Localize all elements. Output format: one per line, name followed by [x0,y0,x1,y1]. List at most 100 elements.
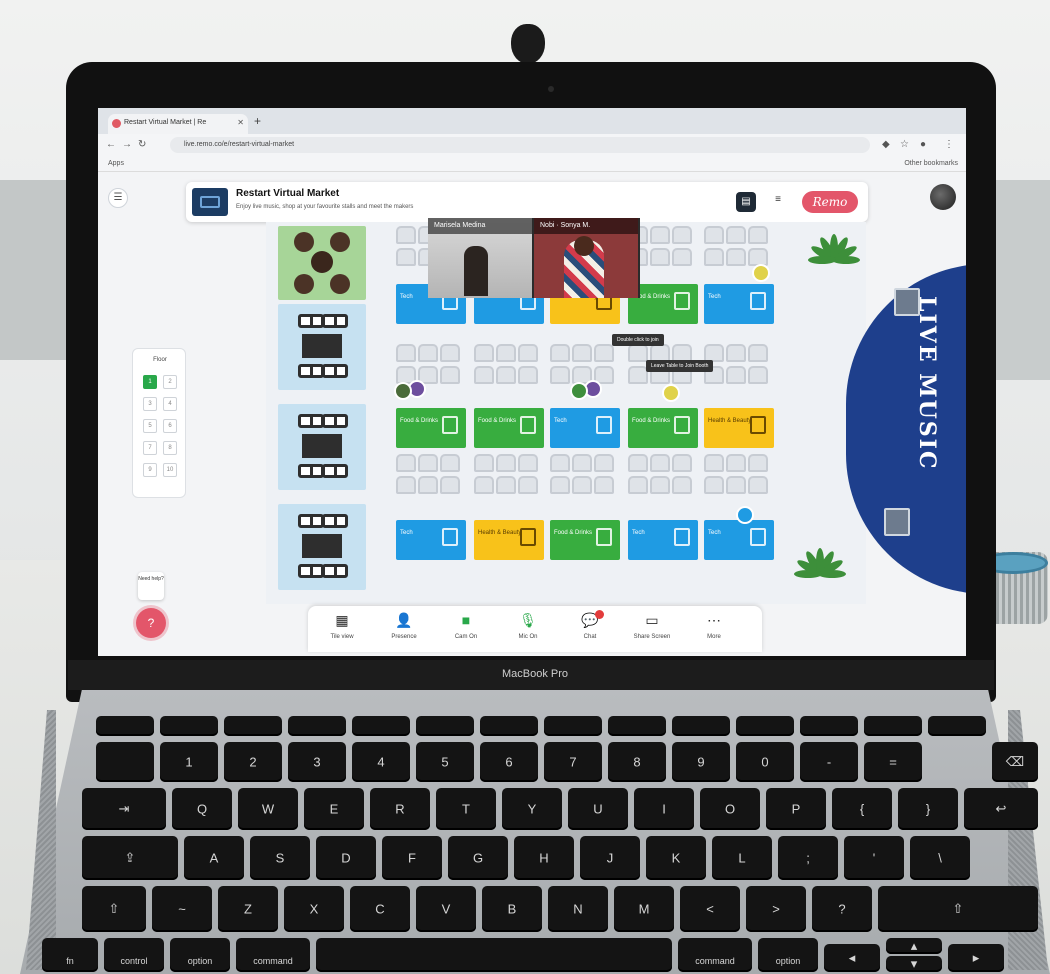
booth-health-beauty[interactable]: Health & Beauty [474,520,544,560]
key-comma[interactable]: < [680,886,740,932]
key-quote[interactable]: ' [844,836,904,880]
seating-row[interactable] [704,226,776,270]
round-table[interactable] [278,226,366,300]
video-tile[interactable]: Nobi · Sonya M. [534,218,638,298]
star-icon[interactable]: ☆ [900,139,909,150]
announcement-icon[interactable]: ▤ [736,192,756,212]
attendee-avatar[interactable] [736,506,754,524]
key-r[interactable]: R [370,788,430,830]
seating-row[interactable] [474,454,546,498]
key-option[interactable]: option [170,938,230,972]
key-8[interactable]: 8 [608,742,666,782]
key-6[interactable]: 6 [480,742,538,782]
seating-row[interactable] [396,454,468,498]
key-5[interactable]: 5 [416,742,474,782]
function-key[interactable] [928,716,986,736]
key-3[interactable]: 3 [288,742,346,782]
function-key[interactable] [672,716,730,736]
toolbar-mic-on-button[interactable]: 🎙 Mic On [504,612,552,640]
floor-button[interactable]: 2 [163,375,177,389]
key-s[interactable]: S [250,836,310,880]
attendee-avatar[interactable] [570,382,588,400]
booth-tech[interactable]: Tech [628,520,698,560]
video-tile[interactable]: Marisela Medina [428,218,532,298]
booth-food-drinks[interactable]: Food & Drinks [550,520,620,560]
key-control[interactable]: control [104,938,164,972]
function-key[interactable] [96,716,154,736]
function-key[interactable] [800,716,858,736]
key-1[interactable]: 1 [160,742,218,782]
key-tilde[interactable]: ~ [152,886,212,932]
key-h[interactable]: H [514,836,574,880]
seating-row[interactable] [704,454,776,498]
toolbar-presence-button[interactable]: 👤 Presence [380,612,428,640]
floor-button[interactable]: 1 [143,375,157,389]
key-return[interactable]: ↩ [964,788,1038,830]
key-slash[interactable]: ? [812,886,872,932]
key-fn[interactable]: fn [42,938,98,972]
toolbar-tile-view-button[interactable]: ▦ Tile view [318,612,366,640]
agenda-icon[interactable]: ≡ [770,194,786,210]
key-2[interactable]: 2 [224,742,282,782]
toolbar-more-button[interactable]: ⋯ More [690,612,738,640]
attendee-avatar[interactable] [662,384,680,402]
function-key[interactable] [544,716,602,736]
key-d[interactable]: D [316,836,376,880]
toolbar-share-screen-button[interactable]: ▭ Share Screen [628,612,676,640]
seating-row[interactable] [396,344,468,388]
back-icon[interactable]: ← [106,139,116,150]
key-i[interactable]: I [634,788,694,830]
key-7[interactable]: 7 [544,742,602,782]
floor-button[interactable]: 10 [163,463,177,477]
browser-tab[interactable]: Restart Virtual Market | Re ✕ [108,114,248,134]
function-key[interactable] [608,716,666,736]
other-bookmarks[interactable]: Other bookmarks [904,160,958,167]
key-m[interactable]: M [614,886,674,932]
key-k[interactable]: K [646,836,706,880]
key-v[interactable]: V [416,886,476,932]
key-j[interactable]: J [580,836,640,880]
floor-button[interactable]: 3 [143,397,157,411]
key-arrow-left[interactable]: ◂ [824,944,880,972]
key-0[interactable]: 0 [736,742,794,782]
key-space[interactable] [316,938,672,972]
key-semicolon[interactable]: ; [778,836,838,880]
function-key[interactable] [416,716,474,736]
key-t[interactable]: T [436,788,496,830]
booth-tech[interactable]: Tech [704,284,774,324]
forward-icon[interactable]: → [122,139,132,150]
key-shift-right[interactable]: ⇧ [878,886,1038,932]
function-key[interactable] [160,716,218,736]
close-icon[interactable]: ✕ [237,118,244,127]
key-bracket-left[interactable]: { [832,788,892,830]
key-p[interactable]: P [766,788,826,830]
key-shift-left[interactable]: ⇧ [82,886,146,932]
function-key[interactable] [864,716,922,736]
function-key[interactable] [352,716,410,736]
function-key[interactable] [480,716,538,736]
function-key[interactable] [224,716,282,736]
address-bar[interactable]: live.remo.co/e/restart-virtual-market [170,137,870,153]
key-l[interactable]: L [712,836,772,880]
booth-food-drinks[interactable]: Food & Drinks [474,408,544,448]
attendee-avatar[interactable] [752,264,770,282]
key-z[interactable]: Z [218,886,278,932]
key-9[interactable]: 9 [672,742,730,782]
floor-button[interactable]: 8 [163,441,177,455]
seating-row[interactable] [550,454,622,498]
meeting-table[interactable] [278,404,366,490]
booth-food-drinks[interactable]: Food & Drinks [628,408,698,448]
key-o[interactable]: O [700,788,760,830]
key-x[interactable]: X [284,886,344,932]
avatar[interactable] [930,184,956,210]
key-u[interactable]: U [568,788,628,830]
key-caps-lock[interactable]: ⇪ [82,836,178,880]
key-option-right[interactable]: option [758,938,818,972]
key-g[interactable]: G [448,836,508,880]
new-tab-icon[interactable]: + [254,114,261,128]
booth-tech[interactable]: Tech [704,520,774,560]
booth-food-drinks[interactable]: Food & Drinks [396,408,466,448]
seating-row[interactable] [704,344,776,388]
kebab-menu-icon[interactable]: ⋮ [944,139,954,150]
toolbar-chat-button[interactable]: 💬 Chat [566,610,614,640]
